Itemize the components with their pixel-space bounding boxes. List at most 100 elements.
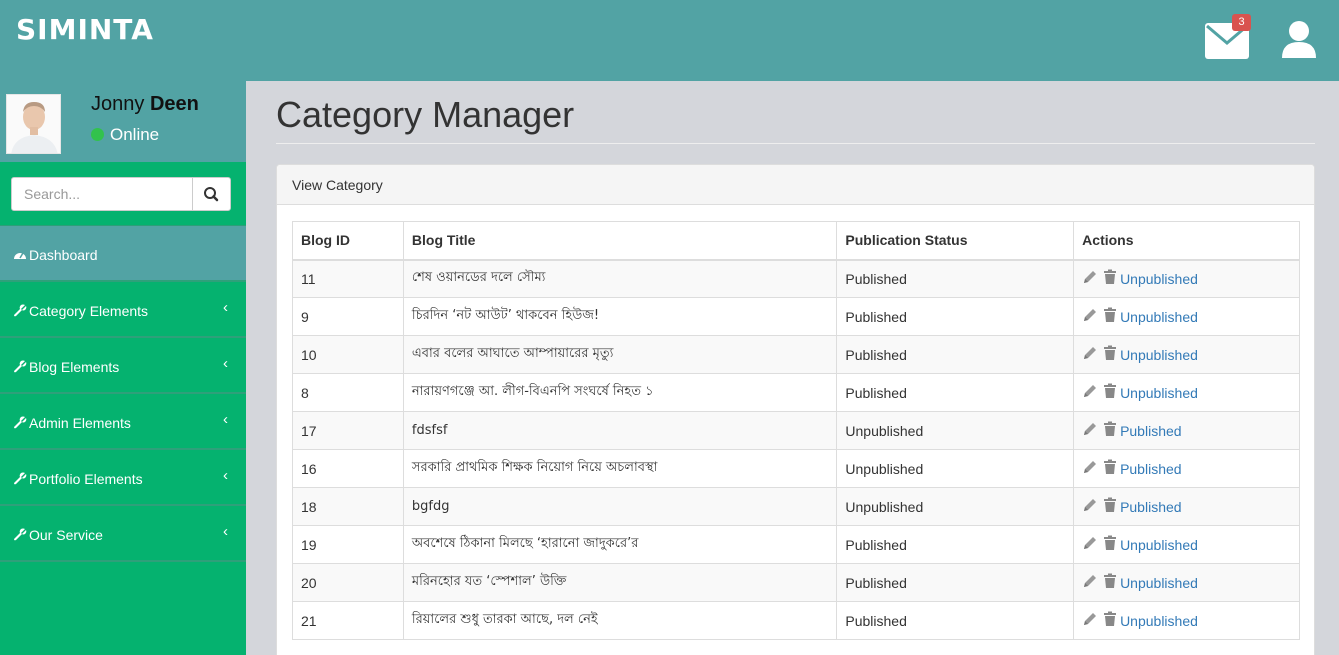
delete-icon[interactable]: [1102, 497, 1118, 516]
toggle-status-link[interactable]: Published: [1120, 423, 1182, 439]
table-row: 17 fdsfsf Unpublished Published: [292, 411, 1300, 450]
table-row: 21 রিয়ালের শুধু তারকা আছে, দল নেই Publish…: [292, 601, 1300, 640]
toggle-status-link[interactable]: Unpublished: [1120, 613, 1198, 629]
user-profile: Jonny Deen Online: [0, 81, 246, 162]
search-input[interactable]: [11, 177, 193, 211]
avatar: [6, 94, 61, 154]
sidebar-item-label: Portfolio Elements: [29, 471, 143, 487]
sidebar-search: [0, 162, 246, 226]
chevron-left-icon: ‹: [223, 523, 228, 540]
panel-heading: View Category: [277, 165, 1314, 205]
cell-blog-id: 18: [292, 487, 404, 526]
cell-actions: Unpublished: [1073, 373, 1300, 412]
dashboard-icon: [13, 248, 27, 261]
table-body: 11 শেষ ওয়ানডের দলে সৌম্য Published Unpubl…: [292, 259, 1300, 640]
cell-blog-title: অবশেষে ঠিকানা মিলছে ‘হারানো জাদুকরে’র: [402, 525, 838, 564]
wrench-icon: [13, 360, 27, 373]
page-title: Category Manager: [276, 94, 575, 135]
sidebar-item-blog-elements[interactable]: Blog Elements ‹: [0, 338, 246, 394]
cell-blog-id: 16: [292, 449, 404, 488]
cell-publication-status: Unpublished: [836, 449, 1075, 488]
toggle-status-link[interactable]: Unpublished: [1120, 347, 1198, 363]
delete-icon[interactable]: [1102, 611, 1118, 630]
column-header-publication-status[interactable]: Publication Status: [836, 221, 1075, 261]
sidebar-item-dashboard[interactable]: Dashboard: [0, 226, 246, 282]
delete-icon[interactable]: [1102, 269, 1118, 288]
table-row: 19 অবশেষে ঠিকানা মিলছে ‘হারানো জাদুকরে’র P…: [292, 525, 1300, 564]
column-header-blog-title[interactable]: Blog Title: [402, 221, 838, 261]
toggle-status-link[interactable]: Published: [1120, 499, 1182, 515]
edit-icon[interactable]: [1082, 307, 1098, 326]
cell-blog-title: মরিনহোর যত ‘স্পেশাল’ উক্তি: [402, 563, 838, 602]
chevron-left-icon: ‹: [223, 299, 228, 316]
edit-icon[interactable]: [1082, 535, 1098, 554]
cell-publication-status: Published: [836, 563, 1075, 602]
cell-blog-id: 17: [292, 411, 404, 450]
table-row: 9 চিরদিন ‘নট আউট’ থাকবেন হিউজ! Published U…: [292, 297, 1300, 336]
sidebar-item-category-elements[interactable]: Category Elements ‹: [0, 282, 246, 338]
edit-icon[interactable]: [1082, 383, 1098, 402]
sidebar: Jonny Deen Online Dashboard Category Ele…: [0, 81, 246, 655]
delete-icon[interactable]: [1102, 421, 1118, 440]
cell-blog-title: শেষ ওয়ানডের দলে সৌম্য: [402, 259, 838, 298]
edit-icon[interactable]: [1082, 573, 1098, 592]
edit-icon[interactable]: [1082, 459, 1098, 478]
sidebar-item-label: Dashboard: [29, 247, 98, 263]
brand-logo[interactable]: SIMINTA: [16, 13, 154, 46]
edit-icon[interactable]: [1082, 345, 1098, 364]
search-icon: [204, 187, 219, 202]
toggle-status-link[interactable]: Unpublished: [1120, 385, 1198, 401]
toggle-status-link[interactable]: Unpublished: [1120, 537, 1198, 553]
column-header-blog-id[interactable]: Blog ID: [292, 221, 404, 261]
edit-icon[interactable]: [1082, 269, 1098, 288]
cell-actions: Published: [1073, 487, 1300, 526]
chevron-left-icon: ‹: [223, 411, 228, 428]
cell-blog-id: 8: [292, 373, 404, 412]
delete-icon[interactable]: [1102, 573, 1118, 592]
mail-count-badge: 3: [1232, 14, 1251, 31]
cell-publication-status: Published: [836, 259, 1075, 298]
cell-actions: Published: [1073, 411, 1300, 450]
delete-icon[interactable]: [1102, 459, 1118, 478]
edit-icon[interactable]: [1082, 497, 1098, 516]
delete-icon[interactable]: [1102, 383, 1118, 402]
category-panel: View Category Blog ID Blog Title Publica…: [276, 164, 1315, 655]
search-button[interactable]: [192, 177, 231, 211]
main-content: Category Manager View Category Blog ID B…: [246, 81, 1339, 655]
cell-actions: Unpublished: [1073, 259, 1300, 298]
table-row: 8 নারায়ণগঞ্জে আ. লীগ-বিএনপি সংঘর্ষে নিহত…: [292, 373, 1300, 412]
cell-publication-status: Published: [836, 335, 1075, 374]
cell-publication-status: Published: [836, 601, 1075, 640]
cell-actions: Unpublished: [1073, 601, 1300, 640]
cell-blog-id: 10: [292, 335, 404, 374]
delete-icon[interactable]: [1102, 535, 1118, 554]
cell-blog-title: fdsfsf: [402, 411, 838, 450]
cell-blog-title: চিরদিন ‘নট আউট’ থাকবেন হিউজ!: [402, 297, 838, 336]
toggle-status-link[interactable]: Unpublished: [1120, 271, 1198, 287]
sidebar-item-portfolio-elements[interactable]: Portfolio Elements ‹: [0, 450, 246, 506]
cell-actions: Unpublished: [1073, 563, 1300, 602]
chevron-left-icon: ‹: [223, 467, 228, 484]
delete-icon[interactable]: [1102, 307, 1118, 326]
toggle-status-link[interactable]: Unpublished: [1120, 309, 1198, 325]
sidebar-item-admin-elements[interactable]: Admin Elements ‹: [0, 394, 246, 450]
edit-icon[interactable]: [1082, 421, 1098, 440]
user-name: Jonny Deen: [91, 93, 199, 116]
sidebar-item-our-service[interactable]: Our Service ‹: [0, 506, 246, 562]
delete-icon[interactable]: [1102, 345, 1118, 364]
cell-blog-title: এবার বলের আঘাতে আম্পায়ারের মৃত্যু: [402, 335, 838, 374]
cell-publication-status: Published: [836, 373, 1075, 412]
wrench-icon: [13, 472, 27, 485]
sidebar-item-label: Category Elements: [29, 303, 149, 319]
toggle-status-link[interactable]: Published: [1120, 461, 1182, 477]
edit-icon[interactable]: [1082, 611, 1098, 630]
sidebar-item-label: Our Service: [29, 527, 103, 543]
user-icon[interactable]: [1281, 20, 1317, 60]
table-header-row: Blog ID Blog Title Publication Status Ac…: [292, 221, 1300, 261]
cell-blog-id: 19: [292, 525, 404, 564]
online-status-icon: [91, 128, 104, 141]
cell-publication-status: Unpublished: [836, 411, 1075, 450]
cell-blog-title: সরকারি প্রাথমিক শিক্ষক নিয়োগ নিয়ে অচলা…: [402, 449, 838, 488]
chevron-left-icon: ‹: [223, 355, 228, 372]
toggle-status-link[interactable]: Unpublished: [1120, 575, 1198, 591]
